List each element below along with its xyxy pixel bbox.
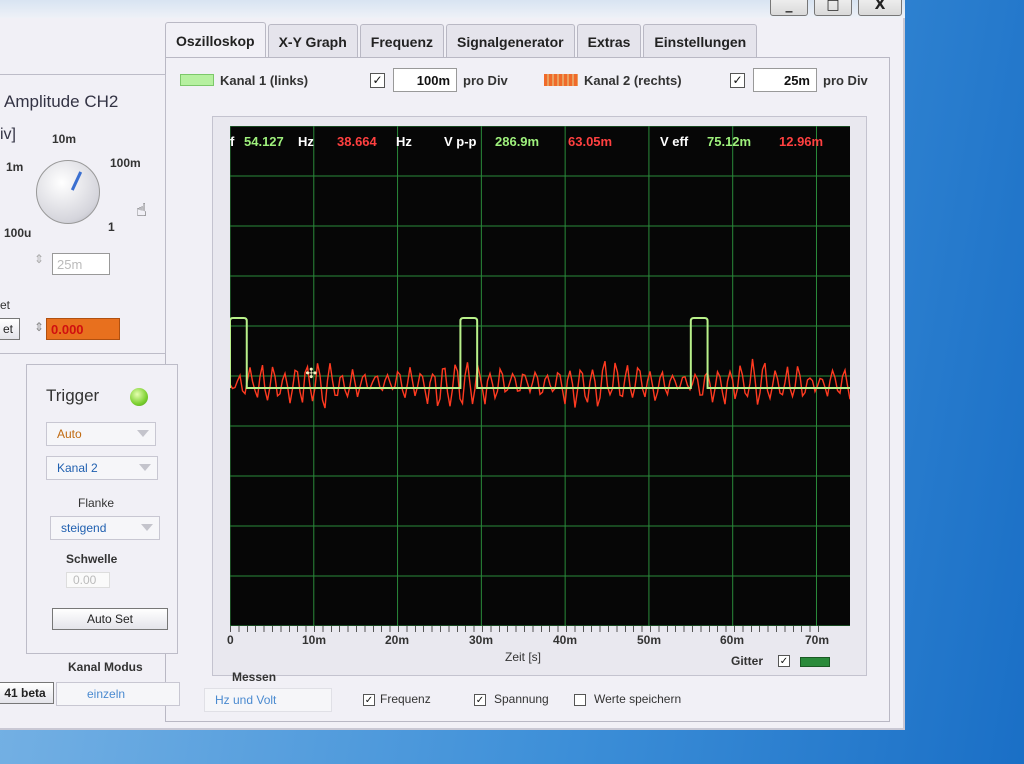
grid-label: Gitter xyxy=(731,654,764,668)
amplitude-title: Amplitude CH2 xyxy=(4,92,119,111)
knob-label-1m: 1m xyxy=(6,160,24,174)
trigger-mode-select[interactable]: Auto xyxy=(46,422,156,446)
measure-mode-value: Hz und Volt xyxy=(215,693,277,707)
tab-frequenz[interactable]: Frequenz xyxy=(359,24,445,58)
tab-signalgenerator[interactable]: Signalgenerator xyxy=(446,24,575,58)
voltage-checkbox-label: Spannung xyxy=(494,692,549,706)
x-tick-label: 30m xyxy=(469,633,494,647)
offset-value-input[interactable]: 0.000 xyxy=(46,318,120,340)
channel1-unit-label: pro Div xyxy=(463,72,508,88)
channel1-scale-input[interactable]: 100m xyxy=(393,68,457,92)
amplitude-unit-label: iv] xyxy=(0,126,16,143)
trigger-mode-value: Auto xyxy=(57,427,82,441)
channel1-controls: ✓ 100m pro Div xyxy=(370,66,508,94)
channel2-trace xyxy=(229,358,851,409)
offset-button[interactable]: et xyxy=(0,318,20,340)
tab-extras[interactable]: Extras xyxy=(576,24,642,58)
x-tick-label: 70m xyxy=(805,633,830,647)
grid-color-swatch[interactable] xyxy=(800,657,830,667)
freq-ch2-value: 38.664 xyxy=(337,134,377,149)
x-tick-label: 60m xyxy=(720,633,745,647)
trigger-edge-value: steigend xyxy=(61,521,107,535)
freq-ch1-value: 54.127 xyxy=(244,134,284,149)
channel1-color-swatch xyxy=(180,74,214,86)
maximize-button[interactable]: □ xyxy=(814,0,852,16)
kanal-modus-select[interactable]: einzeln xyxy=(56,682,180,706)
chevron-down-icon xyxy=(137,430,149,437)
freq-ch1-unit: Hz xyxy=(298,134,314,149)
grid-checkbox[interactable]: ✓ xyxy=(778,655,790,667)
edge-label: Flanke xyxy=(78,496,115,510)
channel2-checkbox[interactable]: ✓ xyxy=(730,72,745,88)
minimize-button[interactable]: _ xyxy=(770,0,808,16)
freq-ch2-unit: Hz xyxy=(396,134,412,149)
x-axis-label: Zeit [s] xyxy=(505,650,542,664)
chevron-down-icon xyxy=(141,524,153,531)
x-tick-label: 0 xyxy=(227,633,234,647)
knob-pointer xyxy=(70,171,83,191)
freq-label: f xyxy=(230,134,235,149)
save-values-label: Werte speichern xyxy=(594,692,682,706)
tab-einstellungen[interactable]: Einstellungen xyxy=(643,24,758,58)
trigger-title: Trigger xyxy=(46,386,100,405)
amplitude-value-input[interactable]: 25m xyxy=(52,253,110,275)
offset-label-top: et xyxy=(0,298,11,312)
channel2-row: Kanal 2 (rechts) xyxy=(544,66,682,94)
auto-set-button[interactable]: Auto Set xyxy=(52,608,168,630)
vpp-label: V p-p xyxy=(444,134,477,149)
frequency-checkbox-label: Frequenz xyxy=(380,692,431,706)
x-tick-label: 20m xyxy=(385,633,410,647)
threshold-label: Schwelle xyxy=(66,552,118,566)
knob-label-100m: 100m xyxy=(110,156,141,170)
vpp-ch2-value: 63.05m xyxy=(568,134,613,149)
version-badge: 41 beta xyxy=(0,682,54,704)
tab-xy-graph[interactable]: X-Y Graph xyxy=(267,24,358,58)
tab-bar: Oszilloskop X-Y Graph Frequenz Signalgen… xyxy=(165,22,758,58)
x-tick-label: 40m xyxy=(553,633,578,647)
trigger-source-value: Kanal 2 xyxy=(57,461,98,475)
channel1-row: Kanal 1 (links) xyxy=(180,66,308,94)
x-tick-label: 10m xyxy=(302,633,327,647)
kanal-modus-label: Kanal Modus xyxy=(68,660,143,674)
channel1-label: Kanal 1 (links) xyxy=(220,72,309,88)
app-window: _ □ X Oszilloskop X-Y Graph Frequenz Sig… xyxy=(0,0,905,730)
offset-spinner-icon[interactable]: ⇕ xyxy=(34,320,44,334)
veff-ch2-value: 12.96m xyxy=(779,134,824,149)
scope-display: ✣ xyxy=(229,125,851,627)
trigger-edge-select[interactable]: steigend xyxy=(50,516,160,540)
channel2-color-swatch xyxy=(544,74,578,86)
amplitude-spinner-icon[interactable]: ⇕ xyxy=(34,252,44,266)
veff-label: V eff xyxy=(660,134,689,149)
channel2-scale-input[interactable]: 25m xyxy=(753,68,817,92)
hand-cursor-icon: ☝ xyxy=(136,200,147,221)
kanal-modus-value: einzeln xyxy=(87,687,126,701)
close-button[interactable]: X xyxy=(858,0,902,16)
frequency-checkbox[interactable]: ✓ xyxy=(363,694,375,706)
knob-label-100u: 100u xyxy=(4,226,32,240)
trigger-source-select[interactable]: Kanal 2 xyxy=(46,456,158,480)
measure-label: Messen xyxy=(232,670,277,684)
save-values-checkbox[interactable] xyxy=(574,694,586,706)
x-axis-ruler xyxy=(230,626,822,632)
voltage-checkbox[interactable]: ✓ xyxy=(474,694,486,706)
trigger-led xyxy=(130,388,148,406)
amplitude-knob[interactable] xyxy=(36,160,100,224)
chevron-down-icon xyxy=(139,464,151,471)
trigger-marker-icon[interactable]: ✣ xyxy=(305,366,317,382)
channel2-unit-label: pro Div xyxy=(823,72,868,88)
measure-mode-select[interactable]: Hz und Volt xyxy=(204,688,332,712)
channel2-controls: ✓ 25m pro Div xyxy=(730,66,868,94)
knob-label-1: 1 xyxy=(108,220,115,234)
threshold-input[interactable]: 0.00 xyxy=(66,572,110,588)
knob-label-10m: 10m xyxy=(52,132,77,146)
tab-oszilloskop[interactable]: Oszilloskop xyxy=(165,22,266,58)
channel1-checkbox[interactable]: ✓ xyxy=(370,72,385,88)
veff-ch1-value: 75.12m xyxy=(707,134,752,149)
scope-chart: ✣ xyxy=(229,125,851,627)
x-tick-label: 50m xyxy=(637,633,662,647)
vpp-ch1-value: 286.9m xyxy=(495,134,540,149)
channel1-trace xyxy=(229,317,850,389)
channel2-label: Kanal 2 (rechts) xyxy=(584,72,682,88)
